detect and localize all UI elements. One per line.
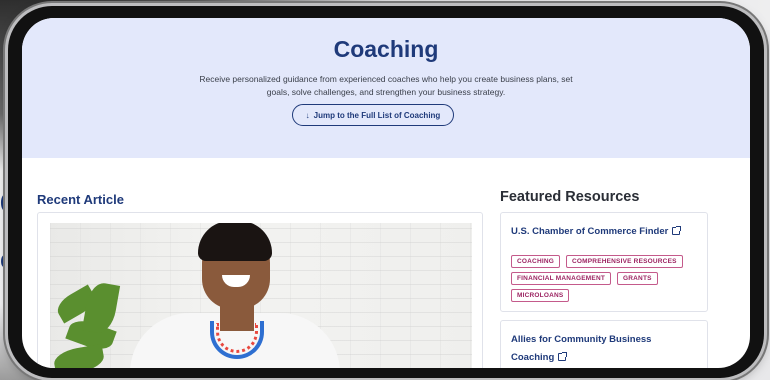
external-link-icon <box>558 352 568 361</box>
jump-to-list-button[interactable]: ↓ Jump to the Full List of Coaching <box>292 104 454 126</box>
resource-title: U.S. Chamber of Commerce Finder <box>511 226 669 237</box>
tag-comprehensive-resources[interactable]: COMPREHENSIVE RESOURCES <box>566 255 683 268</box>
tablet-device-frame: Coaching Receive personalized guidance f… <box>8 6 764 378</box>
tag-financial-management[interactable]: FINANCIAL MANAGEMENT <box>511 272 612 285</box>
page-title: Coaching <box>333 36 439 62</box>
tag-grants[interactable]: GRANTS <box>617 272 658 285</box>
recent-article-card[interactable] <box>37 212 483 368</box>
person-hair <box>198 223 272 261</box>
jump-to-list-label: Jump to the Full List of Coaching <box>313 110 441 120</box>
tag-coaching[interactable]: COACHING <box>511 255 560 268</box>
featured-resources-heading: Featured Resources <box>500 189 640 205</box>
hero-banner: Coaching Receive personalized guidance f… <box>22 18 750 158</box>
background-partial-text: ( <box>0 188 8 213</box>
resource-card: Allies for Community Business Coaching <box>500 320 708 368</box>
page-description: Receive personalized guidance from exper… <box>199 74 573 97</box>
tablet-screen: Coaching Receive personalized guidance f… <box>22 18 750 368</box>
tag-microloans[interactable]: MICROLOANS <box>511 289 570 302</box>
recent-article-heading: Recent Article <box>37 192 124 207</box>
resource-link[interactable]: U.S. Chamber of Commerce Finder <box>511 226 682 237</box>
arrow-down-icon: ↓ <box>305 110 310 120</box>
resource-tags: COACHING COMPREHENSIVE RESOURCES FINANCI… <box>511 255 697 302</box>
article-image[interactable] <box>50 223 472 368</box>
plant-leaf <box>52 343 106 368</box>
external-link-icon <box>672 226 682 235</box>
resource-card: U.S. Chamber of Commerce Finder COACHING… <box>500 212 708 312</box>
resource-title: Allies for Community Business Coaching <box>511 334 652 363</box>
resource-link[interactable]: Allies for Community Business Coaching <box>511 334 651 363</box>
